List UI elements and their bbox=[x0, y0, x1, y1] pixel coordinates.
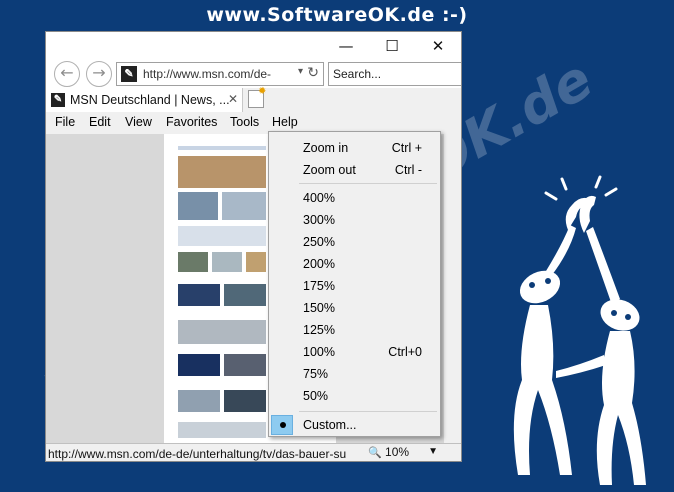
navigation-bar: ← → ✎ http://www.msn.com/de- ▾ ↻ Search.… bbox=[46, 58, 461, 88]
menu-view[interactable]: View bbox=[125, 115, 152, 129]
zoom-level-item[interactable]: 50% bbox=[269, 385, 440, 407]
minimize-button[interactable]: — bbox=[323, 34, 369, 58]
title-bar: — ☐ ✕ bbox=[46, 32, 461, 58]
zoom-level-item[interactable]: 300% bbox=[269, 209, 440, 231]
menu-file[interactable]: File bbox=[55, 115, 75, 129]
menu-tools[interactable]: Tools bbox=[230, 115, 259, 129]
zoom-level-item[interactable]: 75% bbox=[269, 363, 440, 385]
zoom-status-button[interactable]: 🔍 10% ▼ bbox=[368, 445, 440, 461]
forward-button[interactable]: → bbox=[86, 61, 112, 87]
zoom-level-item[interactable]: 250% bbox=[269, 231, 440, 253]
status-url: http://www.msn.com/de-de/unterhaltung/tv… bbox=[48, 447, 347, 461]
msn-tab-icon: ✎ bbox=[51, 93, 65, 107]
search-input[interactable]: Search... bbox=[328, 62, 461, 86]
new-tab-icon: ✹ bbox=[258, 86, 267, 97]
zoom-out-item[interactable]: Zoom out Ctrl - bbox=[269, 159, 440, 181]
close-button[interactable]: ✕ bbox=[415, 34, 461, 58]
status-bar: http://www.msn.com/de-de/unterhaltung/tv… bbox=[46, 443, 461, 461]
zoom-value: 10% bbox=[385, 445, 410, 459]
vertical-scrollbar[interactable] bbox=[444, 134, 461, 443]
msn-favicon-icon: ✎ bbox=[121, 66, 137, 82]
back-button[interactable]: ← bbox=[54, 61, 80, 87]
menu-separator bbox=[299, 411, 437, 412]
checked-indicator bbox=[271, 415, 293, 435]
maximize-button[interactable]: ☐ bbox=[369, 34, 415, 58]
new-tab-button[interactable]: ✹ bbox=[248, 86, 266, 108]
menu-edit[interactable]: Edit bbox=[89, 115, 111, 129]
tab-title: MSN Deutschland | News, ... bbox=[70, 93, 230, 107]
address-bar[interactable]: ✎ http://www.msn.com/de- ▾ ↻ bbox=[116, 62, 324, 86]
zoom-level-item[interactable]: 175% bbox=[269, 275, 440, 297]
zoom-level-item[interactable]: 125% bbox=[269, 319, 440, 341]
refresh-icon[interactable]: ↻ bbox=[307, 65, 319, 81]
address-dropdown-icon[interactable]: ▾ bbox=[298, 66, 303, 77]
zoom-level-item[interactable]: 200% bbox=[269, 253, 440, 275]
radio-bullet-icon bbox=[280, 422, 286, 428]
tab-row: ✎ MSN Deutschland | News, ... ✕ ✹ bbox=[46, 86, 461, 112]
magnifier-icon: 🔍 bbox=[368, 447, 382, 459]
zoom-custom-item[interactable]: Custom... bbox=[269, 414, 440, 436]
site-banner: www.SoftwareOK.de :-) bbox=[206, 4, 468, 26]
zoom-level-item[interactable]: 100% Ctrl+0 bbox=[269, 341, 440, 363]
zoom-level-item[interactable]: 150% bbox=[269, 297, 440, 319]
dancing-figures-illustration bbox=[513, 175, 646, 485]
menu-favorites[interactable]: Favorites bbox=[166, 115, 217, 129]
menu-help[interactable]: Help bbox=[272, 115, 298, 129]
tab-close-icon[interactable]: ✕ bbox=[228, 92, 238, 106]
zoom-dropdown-icon[interactable]: ▼ bbox=[428, 446, 438, 457]
zoom-context-menu: Zoom in Ctrl + Zoom out Ctrl - 400% 300%… bbox=[268, 131, 441, 437]
tab-msn[interactable]: ✎ MSN Deutschland | News, ... ✕ bbox=[46, 88, 243, 112]
zoom-in-item[interactable]: Zoom in Ctrl + bbox=[269, 137, 440, 159]
address-text: http://www.msn.com/de- bbox=[143, 67, 272, 81]
menu-separator bbox=[299, 183, 437, 184]
zoom-level-item[interactable]: 400% bbox=[269, 187, 440, 209]
